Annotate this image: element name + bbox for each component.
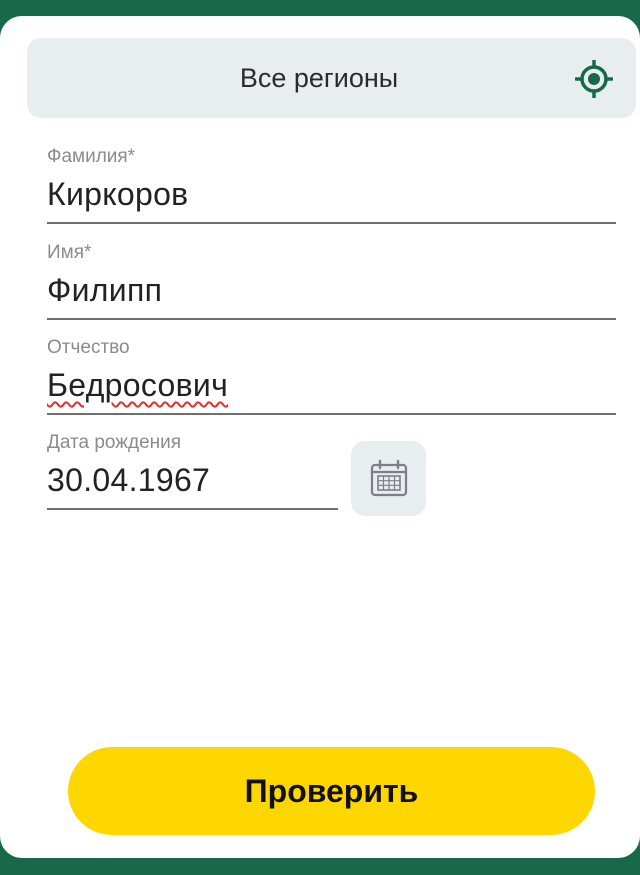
name-input[interactable]: Филипп	[47, 272, 162, 309]
name-label: Имя*	[47, 242, 92, 263]
check-button-label: Проверить	[244, 773, 419, 809]
patronymic-label: Отчество	[47, 337, 130, 358]
locate-icon[interactable]	[575, 60, 613, 98]
surname-input[interactable]: Киркоров	[47, 176, 188, 213]
region-label: Все регионы	[239, 63, 399, 93]
region-selector[interactable]: Все регионы	[27, 38, 636, 118]
name-underline	[47, 318, 616, 320]
calendar-button[interactable]	[351, 441, 426, 516]
birthdate-underline	[47, 508, 338, 510]
surname-label: Фамилия*	[47, 146, 136, 167]
patronymic-underline	[47, 413, 616, 415]
birthdate-label: Дата рождения	[47, 432, 182, 453]
check-button[interactable]: Проверить	[68, 747, 595, 835]
calendar-icon	[370, 459, 408, 497]
patronymic-input[interactable]: Бедросович	[47, 367, 228, 404]
birthdate-input[interactable]: 30.04.1967	[47, 462, 210, 499]
form-sheet: Все регионы Фамилия* Киркоров Имя* Филип…	[0, 16, 640, 858]
surname-underline	[47, 222, 616, 224]
